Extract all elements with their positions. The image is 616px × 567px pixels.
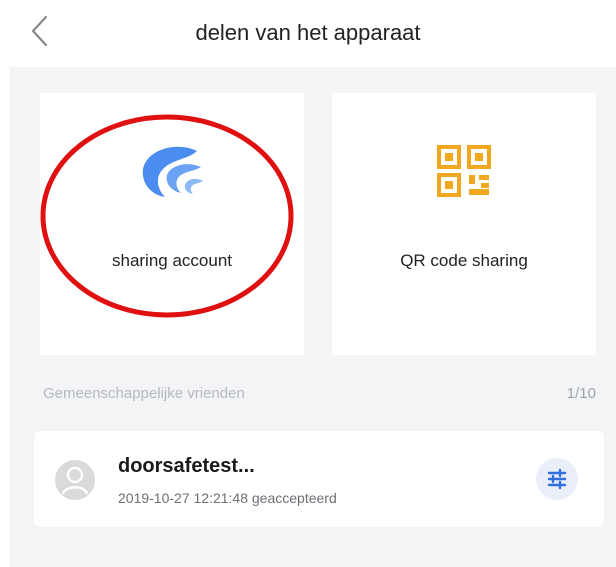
mutual-friends-label: Gemeenschappelijke vrienden	[43, 385, 245, 402]
friend-list-item[interactable]: doorsafetest... 2019-10-27 12:21:48 geac…	[34, 431, 604, 527]
qr-code-sharing-label: QR code sharing	[400, 251, 528, 270]
page-title: delen van het apparaat	[195, 20, 421, 45]
sharing-account-card[interactable]: sharing account	[40, 93, 304, 355]
user-avatar-icon	[61, 466, 89, 495]
friend-status: 2019-10-27 12:21:48 geaccepteerd	[118, 490, 337, 506]
friend-settings-button[interactable]	[536, 458, 578, 500]
logo-wing-icon	[142, 146, 203, 197]
settings-sliders-icon	[547, 468, 567, 490]
sharing-account-label: sharing account	[111, 251, 233, 270]
avatar	[55, 460, 95, 500]
qr-code-icon	[437, 145, 491, 197]
friend-name: doorsafetest...	[118, 455, 255, 477]
main-content: sharing account QR code sharing Gemeensc…	[10, 67, 616, 567]
qr-code-sharing-card[interactable]: QR code sharing	[332, 93, 596, 355]
friends-count: 1/10	[566, 385, 596, 402]
header-bar: delen van het apparaat	[0, 0, 616, 66]
